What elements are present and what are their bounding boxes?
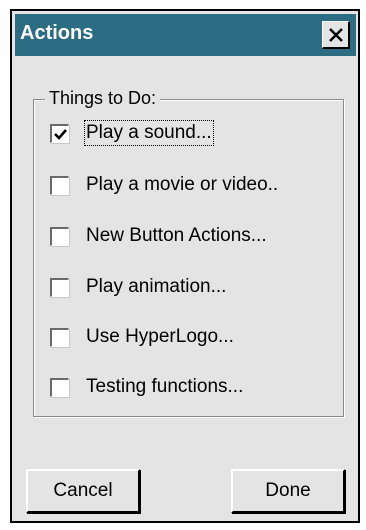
actions-dialog: Actions Things to Do: Play a sound... Pl… <box>10 9 360 523</box>
checkbox-label: Testing functions... <box>86 376 244 397</box>
checkbox-label: New Button Actions... <box>86 225 267 246</box>
checkbox-box[interactable] <box>50 176 69 195</box>
checkbox-label: Use HyperLogo... <box>86 326 234 347</box>
title-bar[interactable]: Actions <box>15 14 356 56</box>
checkbox-box[interactable] <box>50 378 69 397</box>
cancel-button[interactable]: Cancel <box>26 469 140 513</box>
close-button[interactable] <box>322 21 350 49</box>
checkbox-box[interactable] <box>50 124 69 143</box>
close-icon <box>329 28 343 42</box>
checkbox-label: Play a sound... <box>84 120 214 146</box>
checkbox-box[interactable] <box>50 328 69 347</box>
checkbox-box[interactable] <box>50 278 69 297</box>
checkbox-label: Play a movie or video.. <box>86 174 279 195</box>
group-label: Things to Do: <box>45 88 161 109</box>
window-title: Actions <box>20 22 94 44</box>
done-button[interactable]: Done <box>231 469 345 513</box>
checkmark-icon <box>54 129 67 140</box>
checkbox-box[interactable] <box>50 227 69 246</box>
checkbox-label: Play animation... <box>86 276 227 297</box>
things-to-do-group <box>33 99 344 417</box>
